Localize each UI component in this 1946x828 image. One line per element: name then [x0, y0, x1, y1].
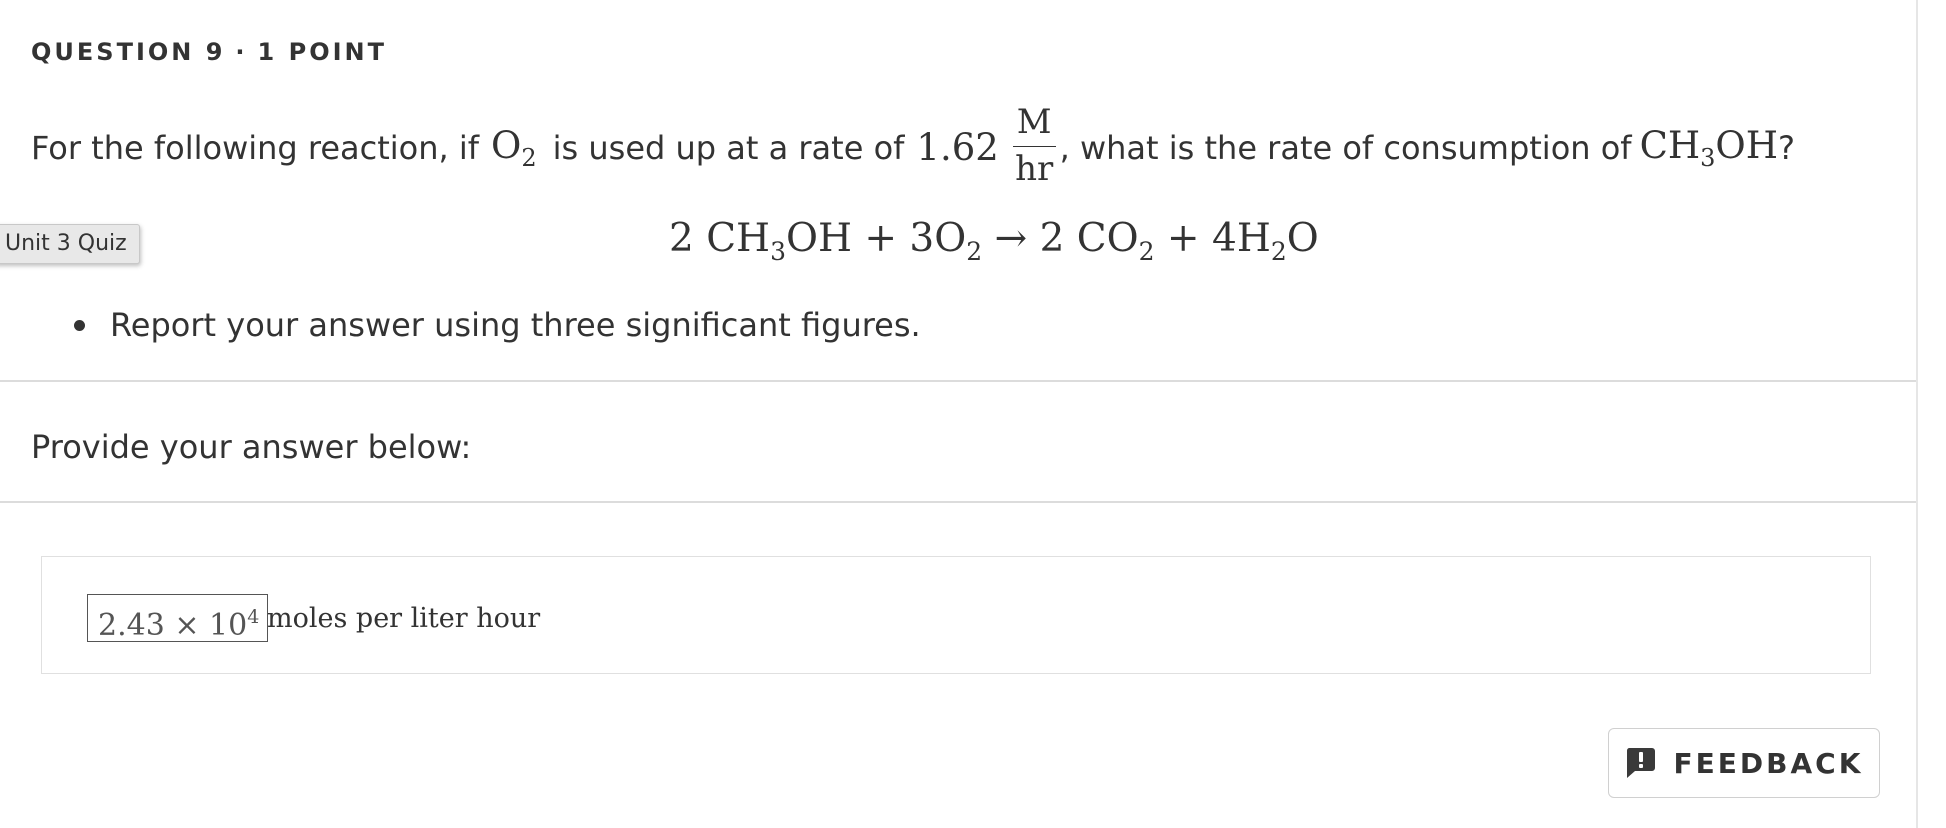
bullet-dot-icon [74, 319, 85, 331]
right-scroll-border [1916, 0, 1918, 828]
instruction-text: Report your answer using three significa… [110, 306, 921, 344]
header-separator: · [235, 38, 248, 66]
rate-value: 1.62 [916, 126, 999, 169]
answer-unit: moles per liter hour [267, 603, 541, 634]
instruction-bullet: Report your answer using three significa… [74, 306, 921, 344]
prompt-text-1: For the following reaction, if [31, 128, 480, 167]
question-number: QUESTION 9 [31, 38, 226, 66]
question-points: 1 POINT [257, 38, 387, 66]
feedback-speech-bubble-icon [1625, 747, 1656, 779]
rate-unit-fraction: M hr [1012, 102, 1056, 189]
answer-prompt: Provide your answer below: [31, 428, 472, 466]
feedback-label: FEEDBACK [1673, 746, 1864, 780]
answer-input[interactable]: 2.43 × 104 [87, 594, 269, 643]
answer-container: 2.43 × 104 moles per liter hour [41, 556, 1871, 674]
section-divider [0, 380, 1916, 382]
o2-formula: O2 [491, 123, 537, 172]
rate-unit-denominator: hr [1015, 149, 1054, 189]
unit-quiz-tooltip: Unit 3 Quiz [0, 224, 140, 264]
reaction-equation: 2 CH3OH + 3O2 → 2 CO2 + 4H2O [669, 216, 1319, 266]
question-page: QUESTION 9 · 1 POINT For the following rea… [0, 0, 1946, 828]
question-header: QUESTION 9 · 1 POINT [31, 38, 387, 66]
feedback-button[interactable]: FEEDBACK [1608, 728, 1880, 798]
ch3oh-formula: CH3OH [1639, 123, 1779, 172]
prompt-text-3: , what is the rate of consumption of [1059, 128, 1632, 167]
rate-unit-numerator: M [1012, 102, 1056, 147]
question-prompt: For the following reaction, if O2 is use… [31, 102, 1796, 191]
prompt-text-4: ? [1778, 128, 1796, 167]
section-divider [0, 501, 1916, 503]
prompt-text-2: is used up at a rate of [552, 128, 905, 167]
